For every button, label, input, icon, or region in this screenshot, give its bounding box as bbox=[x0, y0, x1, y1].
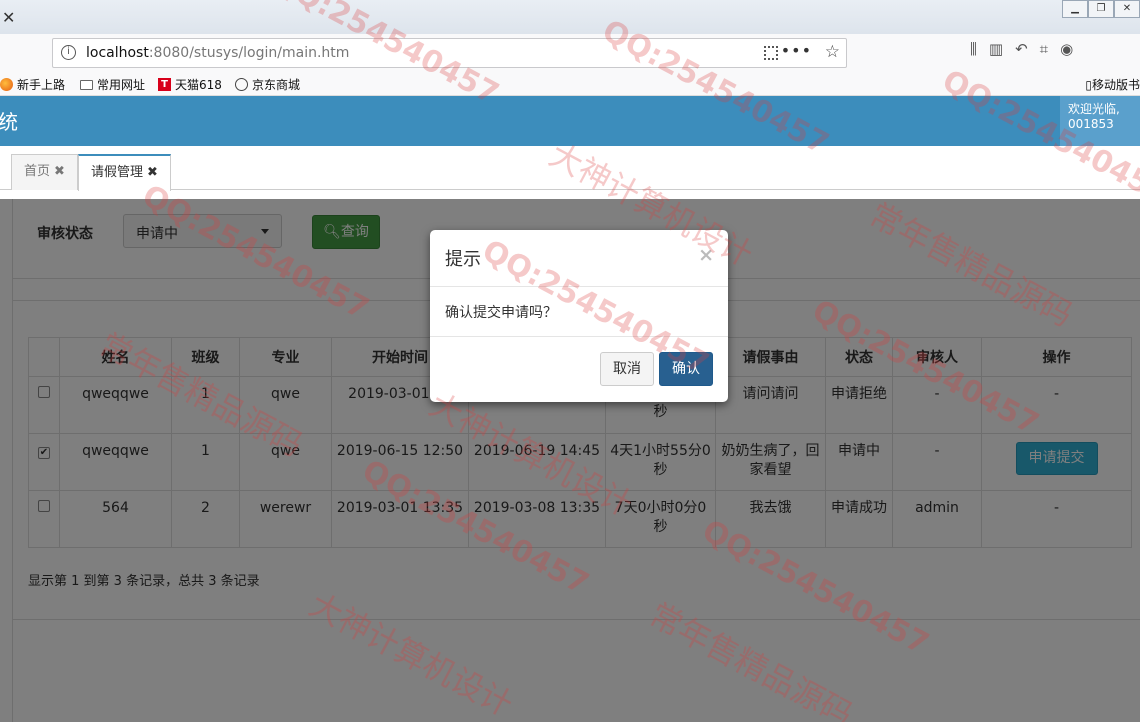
confirm-button[interactable]: 确认 bbox=[659, 352, 713, 386]
modal-header: 提示 × bbox=[430, 230, 728, 287]
bookmarks-bar: 新手上路 常用网址 T 天猫618 京东商城 ▯移动版书 bbox=[0, 72, 1140, 96]
modal-title: 提示 bbox=[445, 249, 481, 270]
modal-message: 确认提交申请吗？ bbox=[430, 287, 728, 337]
welcome-box: 欢迎光临, 001853 bbox=[1060, 96, 1140, 146]
globe-icon bbox=[235, 78, 248, 91]
bookmark-star-icon[interactable]: ☆ bbox=[825, 42, 840, 62]
more-icon[interactable]: ••• bbox=[781, 41, 812, 60]
modal-footer: 取消 确认 bbox=[430, 337, 728, 401]
sidebar-icon[interactable]: ▥ bbox=[989, 40, 1003, 58]
qr-code-icon[interactable] bbox=[764, 46, 778, 60]
address-bar[interactable]: i localhost:8080/stusys/login/main.htm •… bbox=[52, 38, 847, 68]
bookmark-jd[interactable]: 京东商城 bbox=[235, 76, 300, 93]
window-close-icon[interactable]: ✕ bbox=[1114, 0, 1140, 18]
folder-icon bbox=[80, 79, 93, 90]
close-icon[interactable]: ✖ bbox=[147, 165, 158, 180]
minimize-icon[interactable]: ▁ bbox=[1062, 0, 1088, 18]
system-title: 统 bbox=[0, 110, 18, 134]
bookmark-tmall[interactable]: T 天猫618 bbox=[158, 76, 222, 93]
url-text[interactable]: localhost:8080/stusys/login/main.htm bbox=[86, 45, 349, 61]
extension-icon[interactable]: ◉ bbox=[1060, 40, 1073, 58]
tmall-icon: T bbox=[158, 78, 171, 91]
browser-toolbar: i localhost:8080/stusys/login/main.htm •… bbox=[0, 34, 1140, 72]
mobile-icon: ▯ bbox=[1085, 78, 1092, 92]
bookmark-common-sites[interactable]: 常用网址 bbox=[80, 76, 145, 93]
tab-home[interactable]: 首页 ✖ bbox=[11, 154, 78, 190]
maximize-icon[interactable]: ❐ bbox=[1088, 0, 1114, 18]
tab-close-icon[interactable]: ✕ bbox=[2, 8, 15, 27]
toolbar-icons: ⫼ ▥ ↶ ⌗ ◉ bbox=[970, 40, 1073, 58]
back-icon[interactable]: ↶ bbox=[1015, 40, 1028, 58]
mobile-bookmarks[interactable]: ▯移动版书 bbox=[1085, 76, 1140, 93]
tab-leave-management[interactable]: 请假管理 ✖ bbox=[78, 154, 171, 191]
info-icon[interactable]: i bbox=[61, 45, 76, 60]
close-icon[interactable]: × bbox=[698, 244, 714, 266]
user-id: 001853 bbox=[1068, 117, 1114, 131]
close-icon[interactable]: ✖ bbox=[54, 164, 65, 179]
library-icon[interactable]: ⫼ bbox=[970, 40, 977, 58]
bookmark-getting-started[interactable]: 新手上路 bbox=[0, 76, 65, 93]
page-tabs: 首页 ✖ 请假管理 ✖ bbox=[0, 146, 1140, 191]
app-header: 统 欢迎光临, 001853 bbox=[0, 96, 1140, 146]
window-controls: ▁ ❐ ✕ bbox=[1062, 0, 1140, 18]
crop-icon[interactable]: ⌗ bbox=[1040, 40, 1048, 58]
cancel-button[interactable]: 取消 bbox=[600, 352, 654, 386]
confirm-dialog: 提示 × 确认提交申请吗？ 取消 确认 bbox=[430, 230, 728, 402]
firefox-icon bbox=[0, 78, 13, 91]
browser-titlebar: ✕ ▁ ❐ ✕ bbox=[0, 0, 1140, 34]
